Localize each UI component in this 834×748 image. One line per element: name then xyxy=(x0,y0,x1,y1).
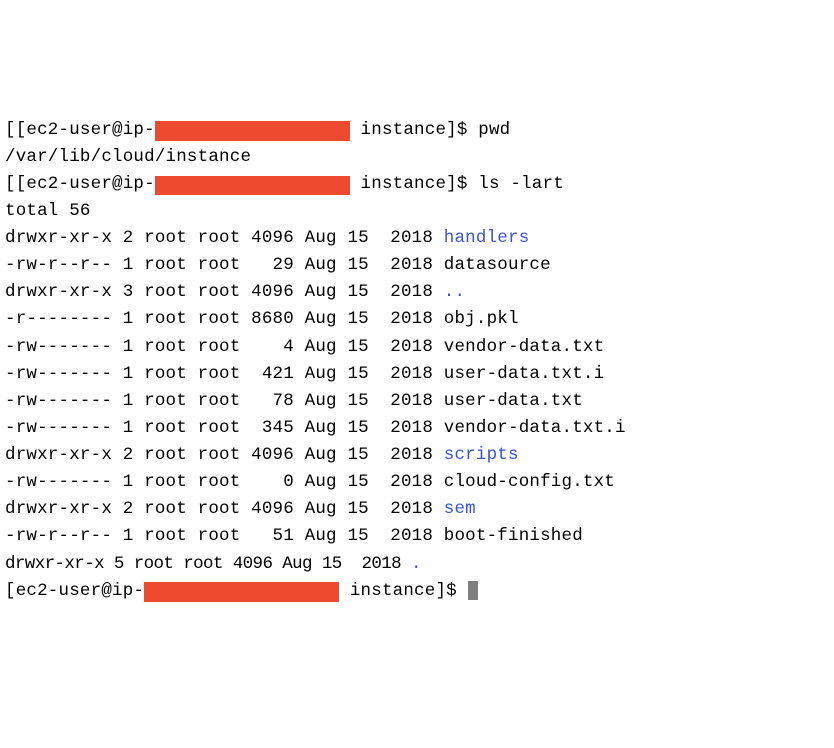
ls-total: total 56 xyxy=(5,198,829,225)
ls-row: drwxr-xr-x 5 root root 4096 Aug 15 2018 … xyxy=(5,551,829,578)
ls-row: -rw------- 1 root root 4 Aug 15 2018 ven… xyxy=(5,334,829,361)
file-name: obj.pkl xyxy=(444,309,519,329)
terminal-output[interactable]: [[ec2-user@ip- instance]$ pwd/var/lib/cl… xyxy=(5,117,829,605)
redacted-hostname xyxy=(155,176,350,195)
ls-row: -r-------- 1 root root 8680 Aug 15 2018 … xyxy=(5,306,829,333)
ls-row: -rw------- 1 root root 78 Aug 15 2018 us… xyxy=(5,388,829,415)
file-name: handlers xyxy=(444,228,530,248)
redacted-hostname xyxy=(144,582,339,601)
ls-row: drwxr-xr-x 2 root root 4096 Aug 15 2018 … xyxy=(5,225,829,252)
file-name: scripts xyxy=(444,445,519,465)
ls-row: -rw-r--r-- 1 root root 51 Aug 15 2018 bo… xyxy=(5,523,829,550)
command-text: ls -lart xyxy=(478,174,564,194)
ls-row: drwxr-xr-x 3 root root 4096 Aug 15 2018 … xyxy=(5,279,829,306)
command-text: pwd xyxy=(478,120,510,140)
ls-row: drwxr-xr-x 2 root root 4096 Aug 15 2018 … xyxy=(5,442,829,469)
ls-row: -rw------- 1 root root 345 Aug 15 2018 v… xyxy=(5,415,829,442)
file-name: sem xyxy=(444,499,476,519)
file-name: . xyxy=(411,554,421,574)
pwd-output: /var/lib/cloud/instance xyxy=(5,144,829,171)
file-name: user-data.txt.i xyxy=(444,364,605,384)
command-line: [ec2-user@ip- instance]$ xyxy=(5,578,829,605)
file-name: cloud-config.txt xyxy=(444,472,615,492)
file-name: datasource xyxy=(444,255,551,275)
file-name: vendor-data.txt.i xyxy=(444,418,626,438)
cursor xyxy=(468,581,478,599)
shell-prompt: [ec2-user@ip- instance]$ xyxy=(5,581,468,601)
ls-row: drwxr-xr-x 2 root root 4096 Aug 15 2018 … xyxy=(5,496,829,523)
file-name: vendor-data.txt xyxy=(444,337,605,357)
shell-prompt: [ec2-user@ip- instance]$ xyxy=(16,120,479,140)
file-name: boot-finished xyxy=(444,526,583,546)
redacted-hostname xyxy=(155,121,350,140)
shell-prompt: [ec2-user@ip- instance]$ xyxy=(16,174,479,194)
ls-row: -rw-r--r-- 1 root root 29 Aug 15 2018 da… xyxy=(5,252,829,279)
command-line: [[ec2-user@ip- instance]$ ls -lart xyxy=(5,171,829,198)
ls-row: -rw------- 1 root root 0 Aug 15 2018 clo… xyxy=(5,469,829,496)
file-name: user-data.txt xyxy=(444,391,583,411)
command-line: [[ec2-user@ip- instance]$ pwd xyxy=(5,117,829,144)
file-name: .. xyxy=(444,282,465,302)
ls-row: -rw------- 1 root root 421 Aug 15 2018 u… xyxy=(5,361,829,388)
